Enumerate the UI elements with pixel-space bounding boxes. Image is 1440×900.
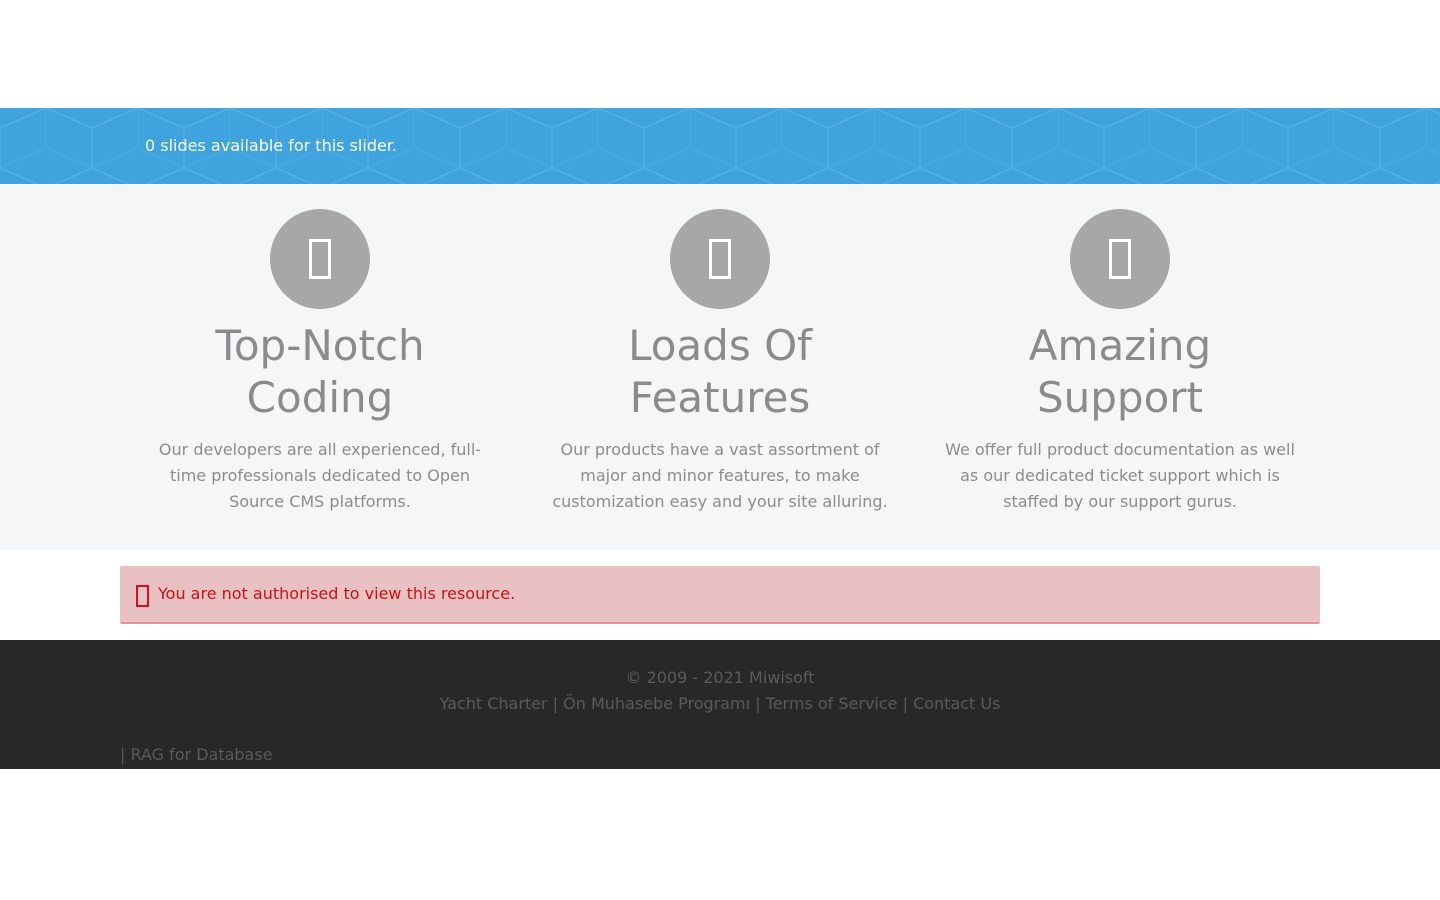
error-alert: You are not authorised to view this reso…	[120, 566, 1320, 624]
footer-link-terms[interactable]: Terms of Service	[766, 694, 898, 713]
footer-copyright: © 2009 - 2021 Miwisoft	[625, 668, 815, 687]
footer-link-on-muhasebe[interactable]: Ön Muhasebe Programı	[563, 694, 750, 713]
footer-separator: |	[897, 694, 914, 713]
page-bottom	[0, 769, 1440, 900]
alert-message: You are not authorised to view this reso…	[158, 584, 516, 603]
feature-icon-circle	[1070, 209, 1170, 309]
feature-description: Our products have a vast assortment of m…	[552, 440, 888, 511]
footer-link-rag-database[interactable]: RAG for Database	[130, 745, 272, 764]
feature-title: Top-Notch Coding	[215, 321, 425, 422]
features-section: Top-Notch Coding Our developers are all …	[0, 184, 1440, 550]
missing-glyph-icon	[709, 239, 731, 279]
warning-glyph-icon	[136, 585, 149, 607]
footer-link-contact[interactable]: Contact Us	[913, 694, 1000, 713]
feature-description: Our developers are all experienced, full…	[158, 440, 482, 511]
footer-separator: |	[547, 694, 564, 713]
feature-title: Amazing Support	[1028, 321, 1212, 422]
footer-extra: | RAG for Database	[120, 745, 273, 765]
feature-title: Loads Of Features	[628, 321, 812, 422]
feature-description: We offer full product documentation as w…	[945, 440, 1295, 511]
footer-link-yacht-charter[interactable]: Yacht Charter	[440, 694, 548, 713]
footer-separator: |	[750, 694, 766, 713]
slider-banner: 0 slides available for this slider.	[0, 108, 1440, 184]
slider-empty-message: 0 slides available for this slider.	[145, 136, 398, 155]
footer-links: Yacht Charter | Ön Muhasebe Programı | T…	[0, 694, 1440, 714]
footer: © 2009 - 2021 Miwisoft Yacht Charter | Ö…	[0, 640, 1440, 769]
message-area: You are not authorised to view this reso…	[0, 550, 1440, 640]
feature-loads-of-features: Loads Of Features Our products have a va…	[540, 209, 900, 515]
header-area	[0, 0, 1440, 108]
feature-top-notch-coding: Top-Notch Coding Our developers are all …	[140, 209, 500, 515]
missing-glyph-icon	[1109, 239, 1131, 279]
missing-glyph-icon	[309, 239, 331, 279]
feature-amazing-support: Amazing Support We offer full product do…	[940, 209, 1300, 515]
feature-icon-circle	[670, 209, 770, 309]
feature-icon-circle	[270, 209, 370, 309]
footer-extra-prefix: |	[120, 745, 131, 764]
